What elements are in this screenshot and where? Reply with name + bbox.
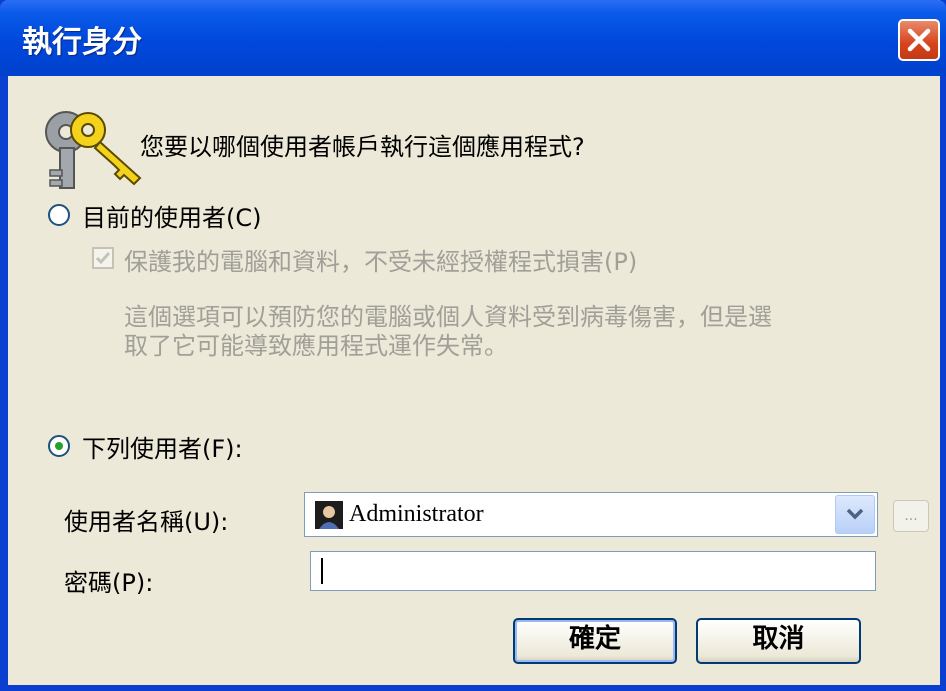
user-account-icon (315, 501, 343, 529)
title-bar[interactable]: 執行身分 (0, 0, 946, 76)
password-label: 密碼(P): (64, 569, 154, 597)
text-cursor (321, 558, 323, 584)
dropdown-button[interactable] (835, 495, 875, 534)
keys-icon (45, 111, 142, 189)
password-field[interactable] (310, 551, 876, 591)
current-user-label[interactable]: 目前的使用者(C) (82, 198, 261, 233)
check-icon (95, 252, 111, 265)
username-value: Administrator (349, 501, 484, 527)
protect-checkbox[interactable] (92, 247, 114, 269)
chevron-down-icon (846, 508, 864, 520)
protect-description-line2: 取了它可能導致應用程式運作失常。 (124, 332, 508, 360)
close-button[interactable] (898, 19, 940, 61)
close-icon (907, 28, 931, 52)
ok-button[interactable]: 確定 (513, 618, 677, 664)
dialog-title: 執行身分 (22, 25, 142, 60)
username-combobox[interactable]: Administrator (304, 492, 878, 537)
username-label: 使用者名稱(U): (64, 508, 229, 536)
current-user-radio[interactable] (48, 204, 70, 226)
question-text: 您要以哪個使用者帳戶執行這個應用程式? (140, 133, 585, 161)
run-as-dialog: 執行身分 您要以哪個使用者帳戶執行這個應用程式? 目前的使用者(C) 保護我的電… (0, 0, 946, 691)
cancel-button[interactable]: 取消 (696, 618, 861, 664)
browse-button[interactable]: ... (893, 500, 929, 532)
radio-selected-dot (55, 442, 63, 450)
following-user-radio[interactable] (48, 435, 70, 457)
following-user-label[interactable]: 下列使用者(F): (82, 429, 243, 464)
protect-label: 保護我的電腦和資料，不受未經授權程式損害(P) (124, 248, 638, 276)
